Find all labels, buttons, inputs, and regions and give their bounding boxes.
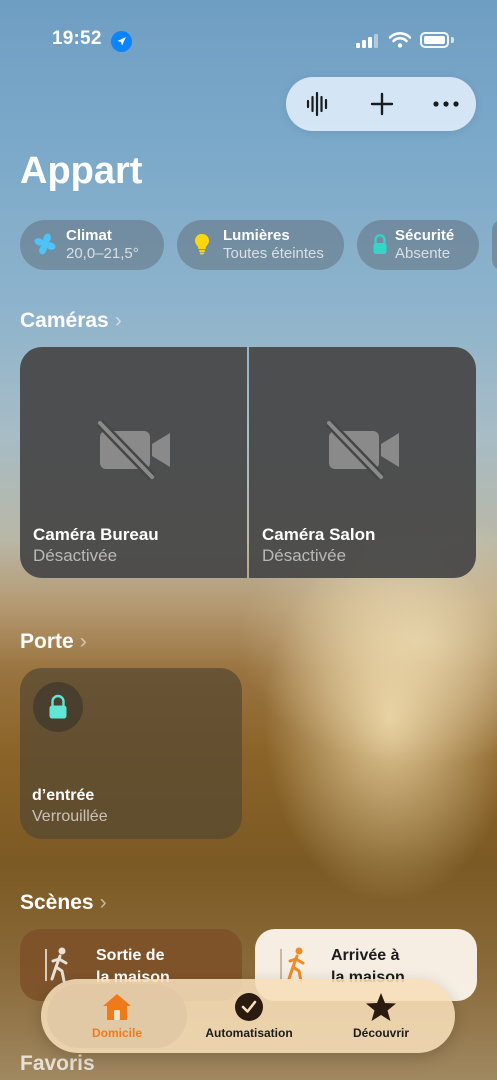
camera-name: Caméra Bureau xyxy=(33,525,159,544)
more-icon xyxy=(433,101,459,107)
tab-automatisation[interactable]: Automatisation xyxy=(187,979,311,1053)
chip-value: Toutes éteintes xyxy=(223,245,324,262)
page-title: Appart xyxy=(20,150,143,192)
top-actions-bar xyxy=(286,77,476,131)
scene-label-line1: Sortie de xyxy=(96,947,165,964)
location-arrow-icon xyxy=(111,31,132,52)
fan-icon xyxy=(34,233,56,255)
camera-tile-bureau[interactable]: Caméra Bureau Désactivée xyxy=(20,347,247,578)
lightbulb-icon xyxy=(195,234,209,255)
cellular-signal-icon xyxy=(356,34,378,48)
add-button[interactable] xyxy=(352,77,412,131)
home-icon xyxy=(103,994,131,1020)
chip-label: Climat xyxy=(66,227,112,244)
scene-label-line1: Arrivée à xyxy=(331,947,400,964)
chip-value: Absente xyxy=(395,245,451,262)
camera-name: Caméra Salon xyxy=(262,525,376,544)
chip-label: Lumières xyxy=(223,227,290,244)
chip-climate[interactable]: Climat 20,0–21,5° xyxy=(20,220,164,270)
chip-label: Sécurité xyxy=(395,227,455,244)
chip-lights[interactable]: Lumières Toutes éteintes xyxy=(177,220,344,270)
section-title: Caméras xyxy=(20,309,109,332)
chevron-right-icon: › xyxy=(79,630,87,653)
wifi-icon xyxy=(388,32,412,53)
person-leaving-icon xyxy=(45,947,68,983)
tab-label: Découvrir xyxy=(352,1026,410,1040)
add-icon xyxy=(370,92,394,116)
star-icon xyxy=(366,993,396,1021)
battery-tip xyxy=(451,37,454,43)
camera-off-icon xyxy=(96,419,170,481)
person-arriving-icon xyxy=(280,947,305,983)
tab-bar: Domicile Automatisation Découvrir xyxy=(41,979,455,1053)
tab-domicile[interactable]: Domicile xyxy=(47,979,187,1053)
clock-check-icon xyxy=(235,993,263,1021)
section-title: Scènes xyxy=(20,891,94,914)
tab-decouvrir[interactable]: Découvrir xyxy=(321,979,441,1053)
tab-label: Automatisation xyxy=(205,1026,293,1040)
section-title: Porte xyxy=(20,630,74,653)
section-favorites-header[interactable]: Favoris xyxy=(20,1052,95,1076)
chip-more-partial[interactable] xyxy=(492,220,497,270)
door-status: Verrouillée xyxy=(32,808,108,825)
door-name: d’entrée xyxy=(32,787,95,804)
chevron-right-icon: › xyxy=(99,891,107,914)
camera-off-icon xyxy=(325,419,399,481)
voice-control-icon xyxy=(306,91,328,117)
lock-icon xyxy=(373,234,387,254)
battery-icon xyxy=(420,32,449,48)
chip-value: 20,0–21,5° xyxy=(66,245,139,262)
section-scenes-header[interactable]: Scènes › xyxy=(20,891,107,915)
section-door-header[interactable]: Porte › xyxy=(20,630,87,654)
status-time: 19:52 xyxy=(52,28,102,49)
chip-security[interactable]: Sécurité Absente xyxy=(357,220,479,270)
lock-icon xyxy=(49,694,67,719)
lock-toggle[interactable] xyxy=(33,682,83,732)
more-button[interactable] xyxy=(416,77,476,131)
tab-label: Domicile xyxy=(91,1026,142,1040)
voice-control-button[interactable] xyxy=(288,77,348,131)
door-lock-tile[interactable]: d’entrée Verrouillée xyxy=(20,668,242,839)
camera-tile-salon[interactable]: Caméra Salon Désactivée xyxy=(249,347,476,578)
camera-status: Désactivée xyxy=(262,546,347,565)
chevron-right-icon: › xyxy=(114,309,122,332)
camera-status: Désactivée xyxy=(33,546,118,565)
section-cameras-header[interactable]: Caméras › xyxy=(20,309,122,333)
